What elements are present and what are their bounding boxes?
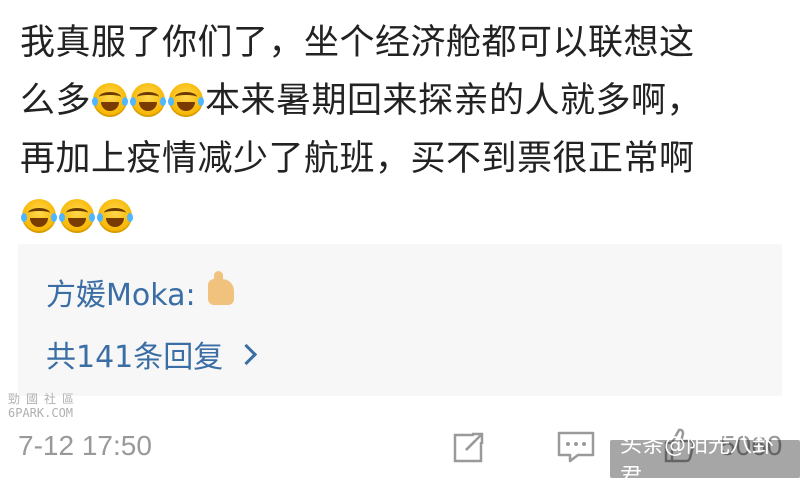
chevron-right-icon [236,343,258,365]
comment-icon[interactable] [556,430,596,464]
laugh-cry-emoji-icon [130,83,167,117]
comment-body: 我真服了你们了，坐个经济舱都可以联想这 么多 本来暑期回来探亲的人就多啊， 再加上… [20,14,790,246]
watermark-cn: 勁國社區 [8,392,81,406]
site-watermark: 勁國社區 6PARK.COM [8,392,80,420]
watermark-en: 6PARK.COM [8,406,74,420]
comment-line-3: 再加上疫情减少了航班，买不到票很正常啊 [20,139,695,179]
comment-line-2: 么多 本来暑期回来探亲的人就多啊， [20,72,790,130]
comment-line-2-end: 本来暑期回来探亲的人就多啊， [205,81,703,121]
comment-line-2-start: 么多 [20,81,92,121]
laugh-cry-emoji-icon [21,199,57,233]
comment-timestamp: 7-12 17:50 [18,430,152,461]
reply-author-row[interactable]: 方媛Moka: [46,270,234,314]
view-replies-link[interactable]: 共141条回复 [46,332,258,376]
laugh-cry-emoji-icon [97,199,133,233]
source-watermark-overlay: 头条@阳光八卦君 [610,433,800,490]
thumbs-up-icon [207,271,234,305]
comment-line-4 [20,188,790,246]
laugh-cry-emoji-icon [92,83,129,117]
laugh-cry-emoji-icon [59,199,95,233]
laugh-cry-emoji-icon [168,83,205,117]
share-icon[interactable] [452,430,486,464]
comment-line-1: 我真服了你们了，坐个经济舱都可以联想这 [20,23,695,63]
reply-preview-box[interactable]: 方媛Moka: 共141条回复 [18,244,782,396]
reply-author-name[interactable]: 方媛Moka: [46,270,196,314]
reply-count-text[interactable]: 共141条回复 [46,332,223,376]
